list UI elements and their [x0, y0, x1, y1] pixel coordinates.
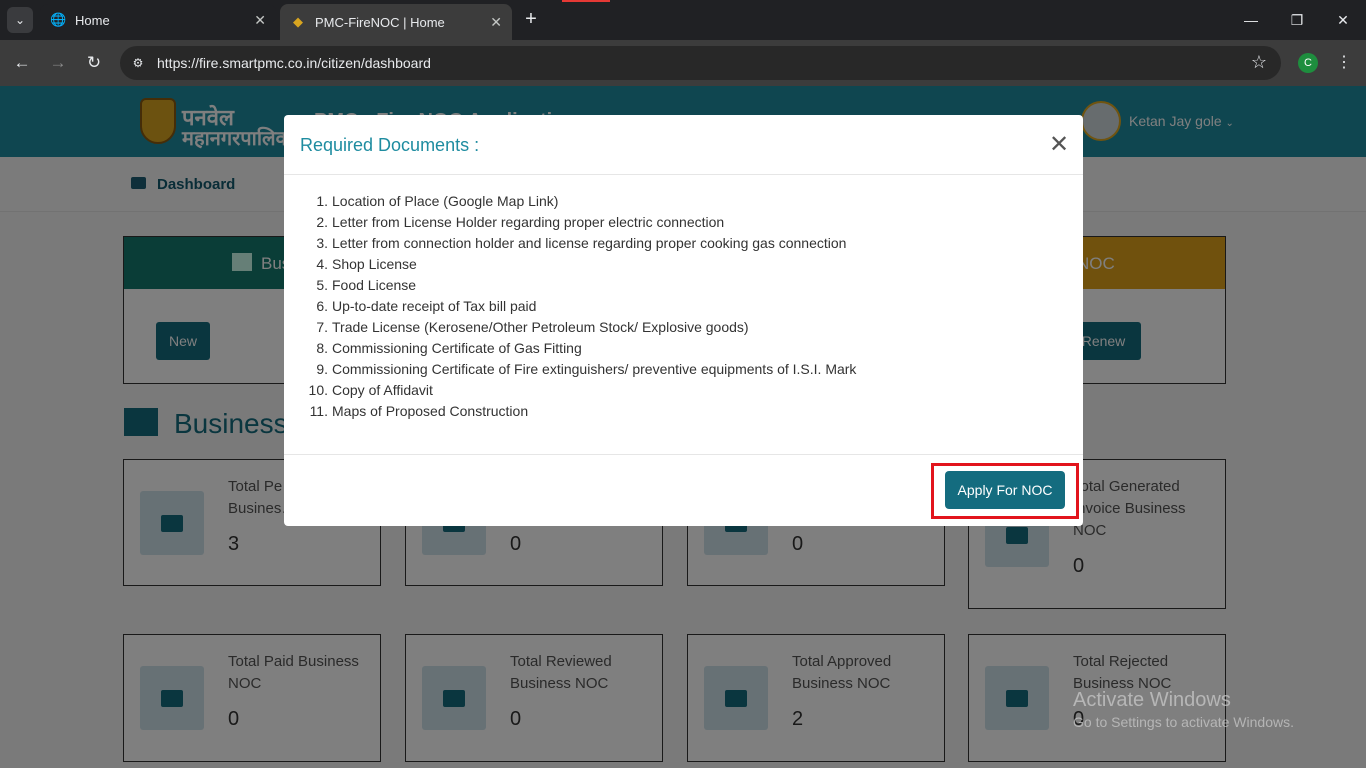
- activate-windows-title: Activate Windows: [1073, 689, 1231, 711]
- click-highlight-box: [931, 463, 1079, 519]
- document-name: Copy of Affidavit: [332, 382, 433, 398]
- document-name: Trade License (Kerosene/Other Petroleum …: [332, 319, 749, 335]
- list-item: 5. Food License: [316, 277, 417, 293]
- tab-label: PMC-FireNOC | Home: [315, 14, 445, 30]
- back-arrow-icon[interactable]: ←: [10, 51, 34, 75]
- browser-menu-icon[interactable]: ⋮: [1334, 51, 1354, 75]
- list-item: 9. Commissioning Certificate of Fire exti…: [316, 361, 857, 377]
- recording-indicator: [562, 0, 610, 2]
- documents-list: 1. Location of Place (Google Map Link) 2.…: [308, 193, 1052, 424]
- list-item: 3. Letter from connection holder and lice…: [316, 235, 847, 251]
- pmc-emblem-icon: ◆: [293, 14, 303, 29]
- list-item: 8. Commissioning Certificate of Gas Fitti…: [316, 340, 582, 356]
- list-item: 4. Shop License: [316, 256, 417, 272]
- close-tab-icon[interactable]: ✕: [490, 14, 502, 31]
- browser-tab-home[interactable]: 🌐 Home ✕: [40, 4, 276, 36]
- globe-icon: 🌐: [50, 12, 67, 27]
- list-item: 11. Maps of Proposed Construction: [309, 403, 529, 419]
- url-text[interactable]: https://fire.smartpmc.co.in/citizen/dash…: [157, 55, 431, 71]
- list-item: 10. Copy of Affidavit: [308, 382, 433, 398]
- address-bar[interactable]: ⚙ https://fire.smartpmc.co.in/citizen/da…: [120, 46, 1281, 80]
- tab-label: Home: [75, 12, 110, 28]
- browser-tab-bar: ⌄ 🌐 Home ✕ ◆ PMC-FireNOC | Home ✕ + — ❐ …: [0, 0, 1366, 40]
- browser-toolbar: ← → ↻ ⚙ https://fire.smartpmc.co.in/citi…: [0, 40, 1366, 86]
- new-tab-button[interactable]: +: [520, 8, 542, 30]
- list-item: 1. Location of Place (Google Map Link): [316, 193, 559, 209]
- modal-title: Required Documents :: [300, 135, 480, 155]
- document-name: Letter from License Holder regarding pro…: [332, 214, 725, 230]
- tab-search-button[interactable]: ⌄: [7, 7, 33, 33]
- site-settings-icon[interactable]: ⚙: [130, 55, 146, 71]
- close-tab-icon[interactable]: ✕: [254, 12, 266, 29]
- document-name: Commissioning Certificate of Gas Fitting: [332, 340, 582, 356]
- divider: [284, 174, 1083, 175]
- minimize-button[interactable]: —: [1228, 0, 1274, 40]
- bookmark-star-icon[interactable]: ☆: [1251, 52, 1267, 73]
- close-icon[interactable]: ✕: [1047, 133, 1071, 157]
- document-name: Letter from connection holder and licens…: [332, 235, 847, 251]
- activate-windows-subtitle: Go to Settings to activate Windows.: [1073, 714, 1294, 730]
- browser-tab-firenoc[interactable]: ◆ PMC-FireNOC | Home ✕: [280, 4, 512, 40]
- divider: [284, 454, 1083, 455]
- forward-arrow-icon[interactable]: →: [46, 51, 70, 75]
- list-item: 6. Up-to-date receipt of Tax bill paid: [316, 298, 537, 314]
- list-item: 7. Trade License (Kerosene/Other Petroleu…: [316, 319, 749, 335]
- document-name: Food License: [332, 277, 417, 293]
- document-name: Up-to-date receipt of Tax bill paid: [332, 298, 537, 314]
- document-name: Maps of Proposed Construction: [332, 403, 529, 419]
- document-name: Location of Place (Google Map Link): [332, 193, 559, 209]
- document-name: Shop License: [332, 256, 417, 272]
- document-name: Commissioning Certificate of Fire exting…: [332, 361, 857, 377]
- list-item: 2. Letter from License Holder regarding p…: [316, 214, 725, 230]
- profile-avatar[interactable]: C: [1298, 53, 1318, 73]
- restore-button[interactable]: ❐: [1274, 0, 1320, 40]
- close-window-button[interactable]: ✕: [1320, 0, 1366, 40]
- reload-icon[interactable]: ↻: [82, 51, 106, 75]
